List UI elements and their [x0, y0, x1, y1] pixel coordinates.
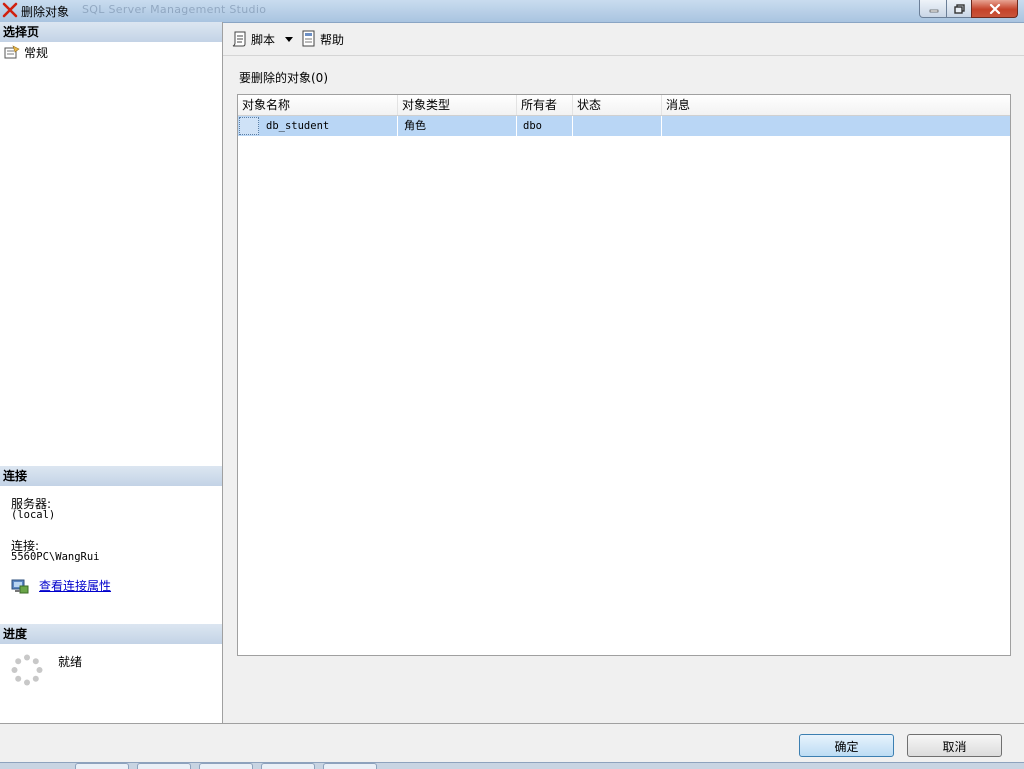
cell-owner: dbo [517, 116, 573, 136]
row-selector[interactable] [239, 117, 259, 135]
column-header-object-type[interactable]: 对象类型 [398, 95, 517, 115]
taskbar-tab[interactable] [75, 763, 129, 769]
cell-object-name: db_student [260, 116, 398, 136]
view-connection-properties[interactable]: 查看连接属性 [11, 577, 111, 594]
progress-spinner-icon [11, 654, 43, 686]
delete-x-icon [2, 2, 18, 18]
script-button[interactable]: 脚本 [231, 30, 275, 48]
select-page-header: 选择页 [0, 22, 222, 42]
cell-message [662, 116, 1010, 136]
cell-object-type: 角色 [398, 116, 517, 136]
general-page-icon [4, 45, 20, 59]
column-header-status[interactable]: 状态 [573, 95, 662, 115]
grid-header: 对象名称 对象类型 所有者 状态 消息 [238, 95, 1010, 116]
cancel-button[interactable]: 取消 [907, 734, 1002, 757]
window-title: 删除对象 [21, 5, 70, 19]
column-header-owner[interactable]: 所有者 [517, 95, 573, 115]
taskbar-tab[interactable] [323, 763, 377, 769]
help-label: 帮助 [320, 32, 345, 47]
connection-properties-icon [11, 579, 29, 593]
left-panel: 选择页 常规 连接 服务器: (local) 连接: 5560PC\WangRu… [0, 22, 223, 723]
script-dropdown-arrow[interactable] [285, 37, 293, 42]
column-header-message[interactable]: 消息 [662, 95, 1010, 115]
page-item-label: 常规 [24, 45, 49, 60]
help-button[interactable]: 帮助 [301, 30, 344, 48]
restore-button[interactable] [946, 0, 973, 18]
window-title-ghost: SQL Server Management Studio [82, 3, 267, 16]
taskbar-tab[interactable] [261, 763, 315, 769]
restore-icon [954, 3, 965, 14]
server-value: (local) [11, 509, 56, 521]
close-icon [989, 3, 1000, 14]
taskbar-tab[interactable] [137, 763, 191, 769]
script-label: 脚本 [251, 32, 276, 47]
progress-status: 就绪 [58, 655, 83, 669]
connection-header: 连接 [0, 466, 222, 486]
ok-button[interactable]: 确定 [799, 734, 894, 757]
objects-grid[interactable]: 对象名称 对象类型 所有者 状态 消息 db_student 角色 dbo [237, 94, 1011, 656]
connection-value: 5560PC\WangRui [11, 551, 100, 563]
table-row[interactable]: db_student 角色 dbo [238, 116, 1010, 136]
close-button[interactable] [971, 0, 1018, 18]
minimize-icon [929, 9, 938, 12]
view-connection-properties-link[interactable]: 查看连接属性 [39, 577, 111, 594]
script-icon [232, 31, 246, 47]
cell-status [573, 116, 662, 136]
minimize-button[interactable] [919, 0, 948, 18]
page-item-general[interactable]: 常规 [4, 44, 48, 60]
progress-header: 进度 [0, 624, 222, 644]
taskbar-tab[interactable] [199, 763, 253, 769]
column-header-object-name[interactable]: 对象名称 [238, 95, 398, 115]
help-icon [302, 30, 315, 47]
toolbar: 脚本 帮助 [223, 22, 1024, 56]
title-bar[interactable]: 删除对象 SQL Server Management Studio [0, 0, 1024, 23]
objects-to-delete-label: 要删除的对象(0) [239, 71, 328, 85]
